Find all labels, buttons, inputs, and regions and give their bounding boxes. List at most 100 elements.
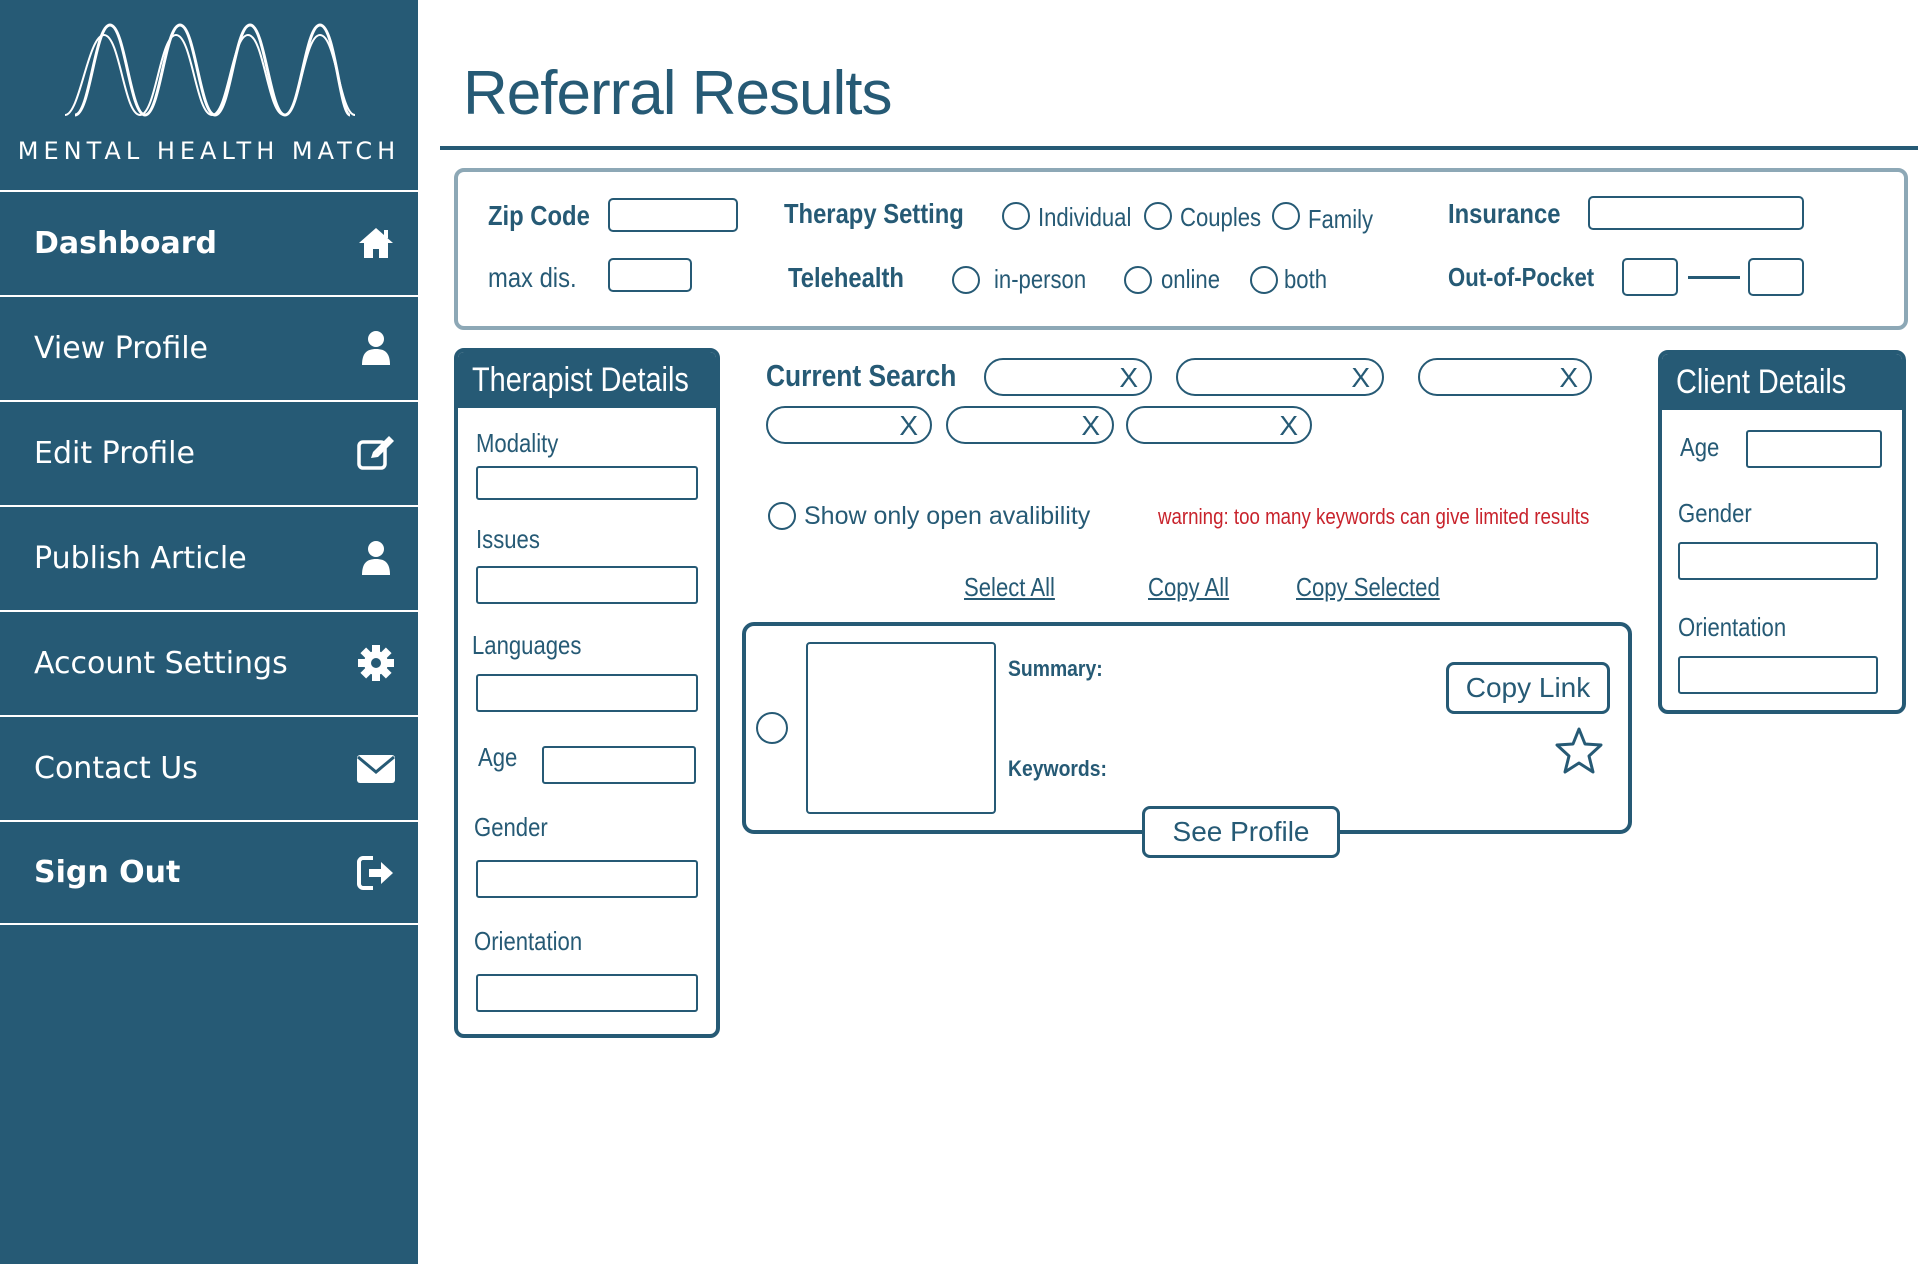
page-title: Referral Results (463, 59, 892, 128)
search-chip[interactable]: X (766, 406, 932, 444)
therapy-couples-label: Couples (1180, 202, 1262, 232)
search-chip[interactable]: X (1126, 406, 1312, 444)
therapy-family-radio[interactable] (1272, 202, 1300, 230)
therapist-details-title: Therapist Details (458, 352, 716, 408)
see-profile-button[interactable]: See Profile (1142, 806, 1340, 858)
max-distance-label: max dis. (488, 262, 577, 293)
copy-link-button[interactable]: Copy Link (1446, 662, 1610, 714)
search-chip[interactable]: X (1176, 358, 1384, 396)
logo: MENTAL HEALTH MATCH (0, 0, 418, 190)
client-details-panel: Client Details Age Gender Orientation (1658, 350, 1906, 714)
therapist-gender-input[interactable] (476, 860, 698, 898)
sidebar-item-account-settings[interactable]: Account Settings (0, 610, 418, 715)
result-select-radio[interactable] (756, 712, 788, 744)
summary-label: Summary: (1008, 656, 1103, 681)
client-orientation-input[interactable] (1678, 656, 1878, 694)
therapy-couples-radio[interactable] (1144, 202, 1172, 230)
envelope-icon (357, 755, 395, 783)
sidebar-item-label: Publish Article (34, 541, 247, 576)
telehealth-both-label: both (1284, 264, 1328, 294)
therapist-gender-label: Gender (474, 812, 548, 842)
out-of-pocket-label: Out-of-Pocket (1448, 262, 1595, 292)
sidebar-item-edit-profile[interactable]: Edit Profile (0, 400, 418, 505)
issues-input[interactable] (476, 566, 698, 604)
chip-close-icon[interactable]: X (1351, 362, 1370, 394)
languages-label: Languages (472, 630, 582, 660)
telehealth-in-person-radio[interactable] (952, 266, 980, 294)
edit-icon (357, 436, 394, 470)
therapist-details-panel: Therapist Details Modality Issues Langua… (454, 348, 720, 1038)
zip-code-input[interactable] (608, 198, 738, 232)
sidebar-item-dashboard[interactable]: Dashboard (0, 190, 418, 295)
open-availability-radio[interactable] (768, 502, 796, 530)
therapy-individual-label: Individual (1038, 202, 1132, 232)
chip-close-icon[interactable]: X (1081, 410, 1100, 442)
sidebar-item-label: Edit Profile (34, 436, 195, 471)
chip-close-icon[interactable]: X (1119, 362, 1138, 394)
therapy-setting-label: Therapy Setting (784, 198, 964, 229)
therapy-family-label: Family (1308, 204, 1374, 234)
chip-close-icon[interactable]: X (1279, 410, 1298, 442)
search-chip[interactable]: X (984, 358, 1152, 396)
copy-all-link[interactable]: Copy All (1148, 572, 1229, 603)
issues-label: Issues (476, 524, 540, 554)
telehealth-online-radio[interactable] (1124, 266, 1152, 294)
search-chip[interactable]: X (946, 406, 1114, 444)
filter-bar: Zip Code max dis. Therapy Setting Indivi… (454, 168, 1908, 330)
sidebar-item-label: Account Settings (34, 646, 288, 681)
search-chip[interactable]: X (1418, 358, 1592, 396)
sidebar-item-label: Contact Us (34, 751, 198, 786)
sidebar-item-contact-us[interactable]: Contact Us (0, 715, 418, 820)
languages-input[interactable] (476, 674, 698, 712)
therapist-orientation-input[interactable] (476, 974, 698, 1012)
sidebar-nav: Dashboard View Profile Edit Profile Publ… (0, 190, 418, 925)
user-icon (362, 541, 390, 575)
out-of-pocket-max-input[interactable] (1748, 258, 1804, 296)
modality-input[interactable] (476, 466, 698, 500)
client-age-input[interactable] (1746, 430, 1882, 468)
sidebar-item-sign-out[interactable]: Sign Out (0, 820, 418, 925)
insurance-input[interactable] (1588, 196, 1804, 230)
modality-label: Modality (476, 428, 559, 458)
range-dash (1688, 276, 1740, 279)
sidebar: MENTAL HEALTH MATCH Dashboard View Profi… (0, 0, 418, 1264)
sign-out-icon (357, 856, 393, 890)
keyword-warning: warning: too many keywords can give limi… (1158, 504, 1590, 529)
insurance-label: Insurance (1448, 198, 1561, 229)
logo-wave-icon (64, 23, 356, 117)
copy-selected-link[interactable]: Copy Selected (1296, 572, 1440, 603)
sidebar-item-publish-article[interactable]: Publish Article (0, 505, 418, 610)
client-age-label: Age (1680, 432, 1720, 462)
zip-code-label: Zip Code (488, 200, 590, 231)
chip-close-icon[interactable]: X (1559, 362, 1578, 394)
sidebar-item-label: Dashboard (34, 226, 217, 261)
therapy-individual-radio[interactable] (1002, 202, 1030, 230)
therapist-age-label: Age (478, 742, 518, 772)
chip-close-icon[interactable]: X (899, 410, 918, 442)
telehealth-in-person-label: in-person (994, 264, 1087, 294)
max-distance-input[interactable] (608, 258, 692, 292)
out-of-pocket-min-input[interactable] (1622, 258, 1678, 296)
sidebar-item-label: Sign Out (34, 855, 181, 890)
client-orientation-label: Orientation (1678, 612, 1787, 642)
therapist-orientation-label: Orientation (474, 926, 583, 956)
gear-icon (358, 645, 394, 681)
open-availability-label: Show only open avalibility (804, 502, 1091, 530)
telehealth-label: Telehealth (788, 262, 904, 293)
client-gender-input[interactable] (1678, 542, 1878, 580)
sidebar-item-label: View Profile (34, 331, 209, 366)
home-icon (359, 228, 393, 258)
current-search-title: Current Search (766, 358, 957, 393)
telehealth-both-radio[interactable] (1250, 266, 1278, 294)
client-gender-label: Gender (1678, 498, 1752, 528)
client-details-title: Client Details (1662, 354, 1902, 410)
therapist-photo (806, 642, 996, 814)
user-icon (362, 331, 390, 365)
title-divider (440, 146, 1918, 150)
keywords-label: Keywords: (1008, 756, 1107, 781)
sidebar-item-view-profile[interactable]: View Profile (0, 295, 418, 400)
star-icon[interactable] (1554, 726, 1604, 776)
telehealth-online-label: online (1161, 264, 1220, 294)
therapist-age-input[interactable] (542, 746, 696, 784)
select-all-link[interactable]: Select All (964, 572, 1055, 603)
